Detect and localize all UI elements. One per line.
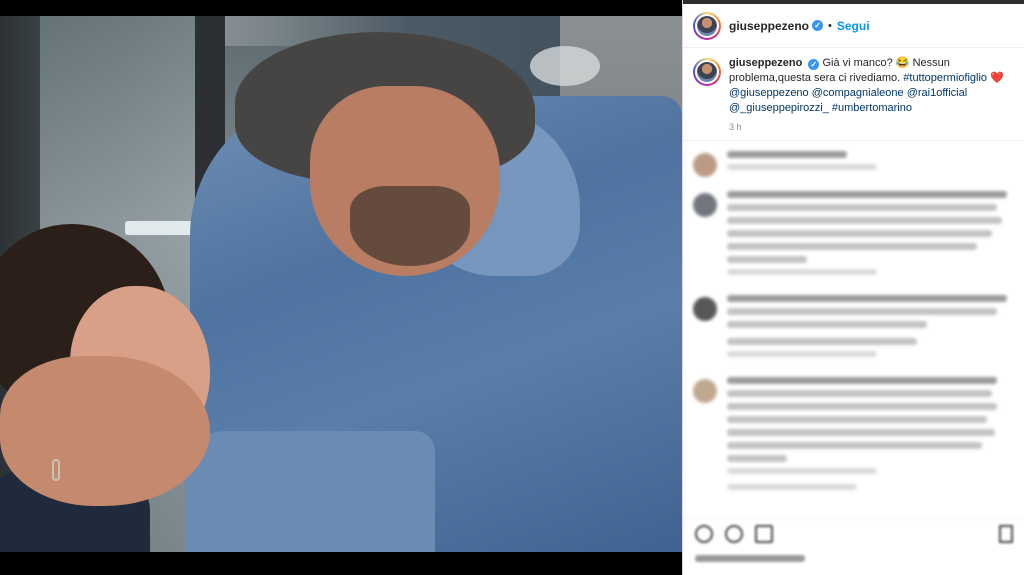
- comment-item: [683, 141, 1024, 177]
- avatar-image: [697, 62, 717, 82]
- comment-meta: [727, 468, 877, 474]
- comment-meta: [727, 269, 877, 275]
- comment-text: [727, 455, 787, 462]
- mention-link[interactable]: @rai1official: [907, 87, 968, 99]
- comment-text: [727, 390, 992, 397]
- post-photo-frame: [0, 0, 682, 575]
- comment-text: [727, 338, 917, 345]
- comment-avatar[interactable]: [693, 297, 717, 321]
- caption-text: giuseppezeno ✓ Già vi manco? 😂 Nessun pr…: [729, 56, 1014, 116]
- follow-button[interactable]: Segui: [837, 19, 870, 33]
- comment-text: [727, 308, 997, 315]
- avatar[interactable]: [693, 11, 721, 40]
- view-replies[interactable]: [727, 484, 857, 490]
- post-header: giuseppezeno ✓ • Segui: [683, 4, 1024, 48]
- share-icon[interactable]: [755, 525, 773, 543]
- hashtag-link[interactable]: #umbertomarino: [832, 102, 912, 114]
- mention-link[interactable]: @compagnialeone: [812, 87, 904, 99]
- post-caption: giuseppezeno ✓ Già vi manco? 😂 Nessun pr…: [683, 48, 1024, 120]
- comment-text: [727, 377, 997, 384]
- comment-text: [727, 442, 982, 449]
- comment-meta: [727, 164, 877, 170]
- avatar-image: [697, 15, 717, 36]
- comment-item: [683, 363, 1024, 496]
- comment-text: [727, 295, 1007, 302]
- hashtag-link[interactable]: #tuttopermiofiglio: [903, 72, 987, 84]
- comment-text: [727, 204, 997, 211]
- header-username[interactable]: giuseppezeno: [729, 19, 809, 33]
- comments-list: [683, 141, 1024, 521]
- comment-text: [727, 217, 1002, 224]
- caption-avatar[interactable]: [693, 58, 721, 86]
- comment-text: [727, 191, 1007, 198]
- comment-item: [683, 177, 1024, 281]
- background-lamp: [530, 46, 600, 86]
- post-photo[interactable]: [0, 16, 682, 552]
- comment-avatar[interactable]: [693, 153, 717, 177]
- background-light: [125, 221, 195, 235]
- comment-text: [727, 230, 992, 237]
- likes-count[interactable]: [695, 555, 805, 562]
- man-beard: [350, 186, 470, 266]
- comment-text: [727, 256, 807, 263]
- heart-icon[interactable]: [695, 525, 713, 543]
- comment-text: [727, 429, 995, 436]
- comment-meta: [727, 351, 877, 357]
- comment-avatar[interactable]: [693, 193, 717, 217]
- jacket-sleeve: [185, 431, 435, 552]
- man-hand: [0, 356, 210, 506]
- comment-text: [727, 151, 847, 158]
- caption-username[interactable]: giuseppezeno: [729, 57, 802, 69]
- heart-emoji: ❤️: [990, 72, 1004, 84]
- comment-text: [727, 403, 997, 410]
- comment-icon[interactable]: [725, 525, 743, 543]
- separator-dot: •: [828, 19, 832, 32]
- post-side-panel: giuseppezeno ✓ • Segui giuseppezeno ✓ Gi…: [682, 0, 1024, 575]
- verified-badge-icon: ✓: [812, 20, 824, 31]
- comment-text: [727, 321, 927, 328]
- post-timestamp[interactable]: 3 h: [729, 122, 1024, 132]
- bookmark-icon[interactable]: [999, 525, 1013, 543]
- mention-link[interactable]: @_giuseppepirozzi_: [729, 102, 829, 114]
- mention-link[interactable]: @giuseppezeno: [729, 87, 809, 99]
- post-actions: [683, 518, 1024, 575]
- comment-avatar[interactable]: [693, 379, 717, 403]
- comment-text: [727, 416, 987, 423]
- comment-item: [683, 281, 1024, 363]
- wedding-ring: [52, 459, 60, 481]
- verified-badge-icon: ✓: [808, 59, 820, 70]
- comment-text: [727, 243, 977, 250]
